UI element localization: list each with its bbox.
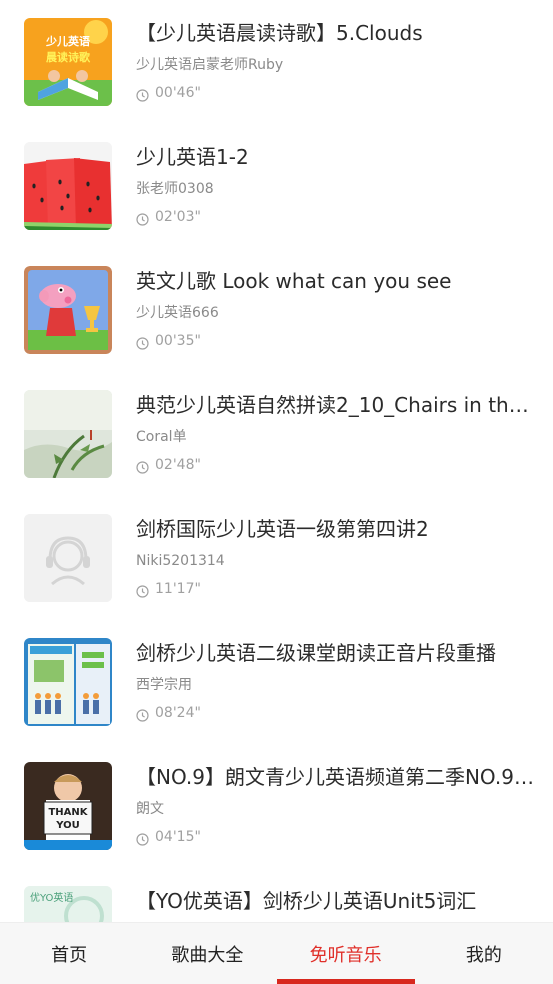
item-author: 少儿英语666 [136, 305, 219, 321]
item-duration: 08'24" [155, 705, 201, 721]
duration-row: 00'46" [136, 84, 201, 102]
item-title: 【YO优英语】剑桥少儿英语Unit5词汇 [136, 889, 477, 913]
item-title: 剑桥少儿英语二级课堂朗读正音片段重播 [136, 641, 496, 665]
duration-row: 08'24" [136, 704, 201, 722]
list-item[interactable]: THANK YOU 【NO.9】朗文青少儿英语频道第二季NO.9 Thank y… [0, 744, 553, 868]
boy-thank-you-sign-icon: THANK YOU [24, 762, 112, 850]
clock-icon [136, 707, 149, 722]
tab-mine[interactable]: 我的 [415, 923, 553, 984]
tab-label: 我的 [465, 944, 502, 966]
tab-label: 免听音乐 [309, 944, 382, 966]
item-title: 少儿英语1-2 [136, 145, 249, 169]
tab-songs[interactable]: 歌曲大全 [138, 923, 276, 984]
watermelon-icon [24, 142, 112, 230]
active-tab-indicator [276, 979, 415, 984]
tab-home[interactable]: 首页 [0, 923, 138, 984]
item-duration: 04'15" [155, 829, 201, 845]
duration-row: 00'35" [136, 332, 201, 350]
duration-row: 11'17" [136, 580, 201, 598]
duration-row: 02'48" [136, 456, 201, 474]
app-screen: 少儿英语 晨读诗歌 【少儿英语晨读诗歌】5.Clouds 少儿英语启蒙老师Rub… [0, 0, 553, 984]
item-duration: 11'17" [155, 581, 201, 597]
item-duration: 02'48" [155, 457, 201, 473]
clock-icon [136, 87, 149, 102]
clock-icon [136, 211, 149, 226]
textbook-page-icon [24, 638, 112, 726]
list-item[interactable]: 典范少儿英语自然拼读2_10_Chairs in the Rain Coral单… [0, 372, 553, 496]
clock-icon [136, 459, 149, 474]
item-duration: 02'03" [155, 209, 201, 225]
item-duration: 00'46" [155, 85, 201, 101]
item-title: 英文儿歌 Look what can you see [136, 269, 452, 293]
item-title: 【少儿英语晨读诗歌】5.Clouds [136, 21, 423, 45]
svg-text:优YO英语: 优YO英语 [30, 891, 73, 904]
duration-row: 04'15" [136, 828, 201, 846]
svg-text:YOU: YOU [55, 820, 80, 831]
item-title: 剑桥国际少儿英语一级第第四讲2 [136, 517, 429, 541]
item-duration: 00'35" [155, 333, 201, 349]
bottom-tab-bar: 首页 歌曲大全 免听音乐 我的 [0, 922, 553, 984]
clock-icon [136, 335, 149, 350]
tab-label: 歌曲大全 [171, 944, 244, 966]
duration-row: 02'03" [136, 208, 201, 226]
list-item[interactable]: 剑桥少儿英语二级课堂朗读正音片段重播 西学宗用 08'24" [0, 620, 553, 744]
list-item[interactable]: 少儿英语1-2 张老师0308 02'03" [0, 124, 553, 248]
kids-poetry-cover-icon: 少儿英语 晨读诗歌 [24, 18, 112, 106]
item-author: 少儿英语启蒙老师Ruby [136, 57, 284, 73]
tab-free-music[interactable]: 免听音乐 [276, 923, 415, 984]
list-item[interactable]: 少儿英语 晨读诗歌 【少儿英语晨读诗歌】5.Clouds 少儿英语启蒙老师Rub… [0, 0, 553, 124]
tab-label: 首页 [51, 944, 88, 966]
svg-text:THANK: THANK [48, 807, 88, 818]
item-author: 张老师0308 [136, 181, 214, 197]
item-author: Niki5201314 [136, 553, 225, 569]
item-title: 典范少儿英语自然拼读2_10_Chairs in the Rain [136, 393, 536, 417]
peppa-pig-icon [24, 266, 112, 354]
item-author: 朗文 [136, 801, 164, 817]
clock-icon [136, 583, 149, 598]
list-item[interactable]: 英文儿歌 Look what can you see 少儿英语666 00'35… [0, 248, 553, 372]
item-author: 西学宗用 [136, 677, 192, 693]
svg-text:晨读诗歌: 晨读诗歌 [46, 50, 91, 64]
default-avatar-headphones-icon [24, 514, 112, 602]
svg-text:少儿英语: 少儿英语 [45, 34, 90, 48]
list-item[interactable]: 剑桥国际少儿英语一级第第四讲2 Niki5201314 11'17" [0, 496, 553, 620]
item-title: 【NO.9】朗文青少儿英语频道第二季NO.9 Thank you [136, 765, 536, 789]
clock-icon [136, 831, 149, 846]
item-author: Coral单 [136, 429, 187, 445]
foggy-plant-icon [24, 390, 112, 478]
